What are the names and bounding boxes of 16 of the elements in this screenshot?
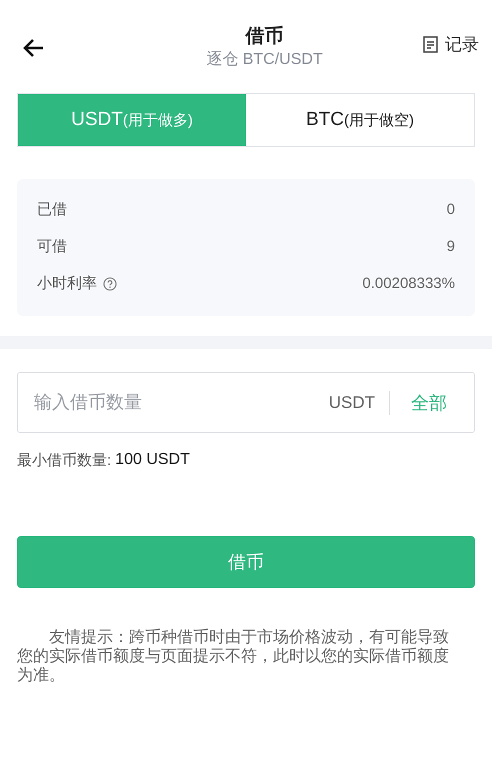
help-icon[interactable]	[103, 276, 117, 290]
record-link[interactable]: 记录	[422, 33, 479, 56]
stat-label: 小时利率	[37, 274, 97, 293]
page-title: 借币	[245, 24, 284, 48]
stat-label: 可借	[37, 237, 67, 256]
stat-value: 0	[446, 201, 455, 218]
stat-value: 0.00208333%	[362, 275, 455, 292]
unit-label: USDT	[328, 390, 390, 414]
notice-text: 友情提示：跨币种借币时由于市场价格波动，有可能导致您的实际借币额度与页面提示不符，此时以您的实际借币额度为准。	[17, 628, 450, 685]
document-icon	[422, 36, 438, 53]
stat-label: 已借	[37, 200, 67, 219]
minimum-value: 100 USDT	[115, 451, 190, 470]
amount-input-field[interactable]: 输入借币数量 USDT 全部	[17, 372, 475, 433]
stat-value: 9	[446, 238, 455, 255]
pair-subtitle: 逐仓 BTC/USDT	[206, 50, 323, 70]
minimum-label: 最小借币数量:	[17, 451, 112, 470]
